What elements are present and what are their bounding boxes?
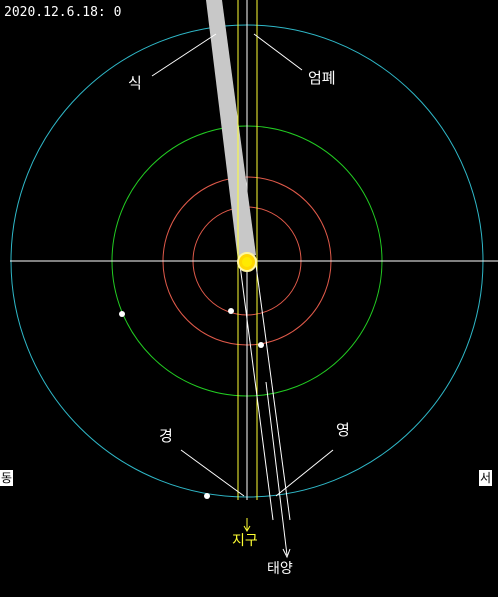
datetime-readout: 2020.12.6.18: 0 bbox=[4, 5, 122, 20]
occultation-pointer bbox=[253, 33, 303, 71]
sun-direction-line-2 bbox=[255, 264, 291, 521]
moon-dot-inner-1 bbox=[228, 308, 234, 314]
eclipse-label: 식 bbox=[128, 74, 142, 92]
sun-arrow-line bbox=[265, 381, 288, 556]
earth-direction-label: 지구 bbox=[232, 533, 258, 549]
eclipse-pointer bbox=[151, 33, 217, 77]
orbit-diagram: 2020.12.6.18: 0 동 서 식 엄폐 경 영 지구 태양 bbox=[0, 0, 498, 593]
occultation-label: 엄폐 bbox=[308, 69, 336, 87]
east-direction-label: 동 bbox=[0, 470, 14, 486]
shadow-transit-label: 영 bbox=[336, 421, 350, 439]
planet-core bbox=[242, 257, 252, 267]
west-direction-label: 서 bbox=[479, 470, 493, 486]
moon-dot-outer bbox=[204, 493, 210, 499]
transit-pointer bbox=[180, 449, 245, 497]
moon-dot-middle bbox=[119, 311, 125, 317]
shadow-transit-pointer bbox=[275, 449, 334, 497]
transit-label: 경 bbox=[159, 427, 173, 445]
orbit-canvas bbox=[10, 0, 498, 559]
moon-dot-inner-2 bbox=[258, 342, 264, 348]
sun-direction-label: 태양 bbox=[267, 561, 293, 577]
